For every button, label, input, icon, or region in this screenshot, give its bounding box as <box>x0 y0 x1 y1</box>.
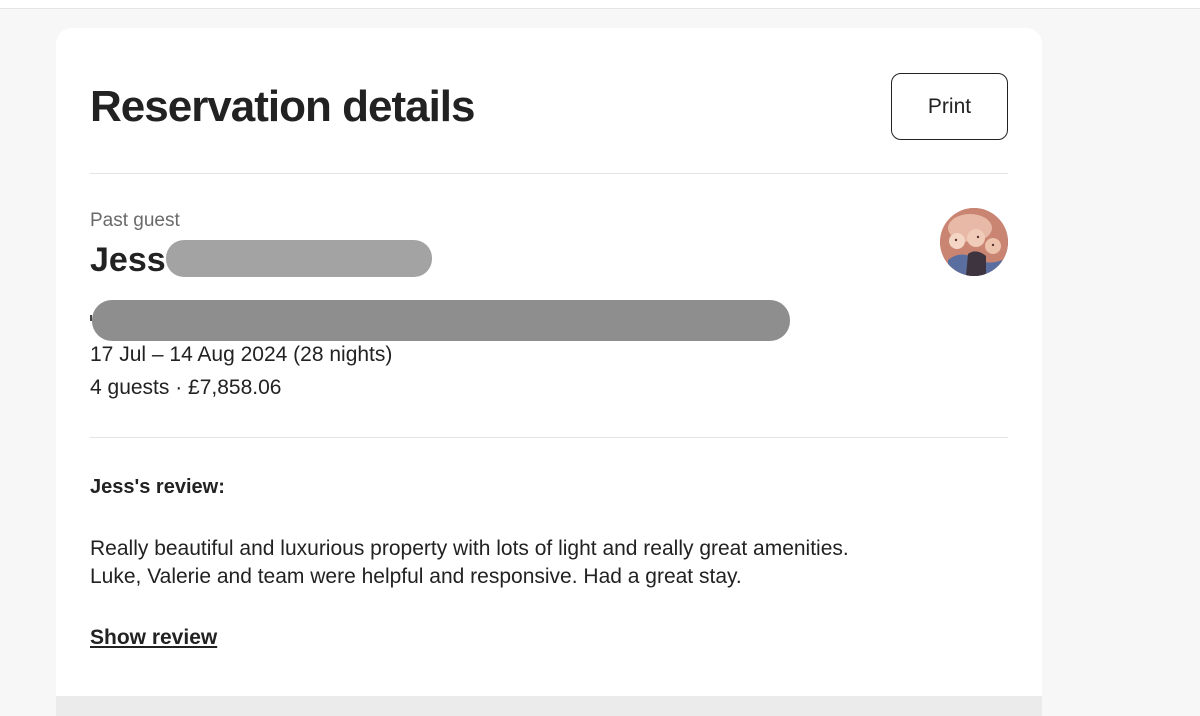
print-button[interactable]: Print <box>891 73 1008 140</box>
guest-name: Jess <box>90 241 166 279</box>
section-divider <box>90 437 1008 438</box>
header-divider <box>90 173 1008 174</box>
review-heading: Jess's review: <box>90 476 225 498</box>
review-line-1: Really beautiful and luxurious property … <box>90 537 849 560</box>
reservation-card: Reservation details Print Past guest Jes… <box>56 28 1042 696</box>
redacted-listing-line <box>92 300 790 341</box>
show-review-link[interactable]: Show review <box>90 624 217 652</box>
guest-status: Past guest <box>90 210 180 231</box>
top-bar-edge <box>0 0 1200 9</box>
page-title: Reservation details <box>90 82 475 131</box>
guests-and-price: 4 guests · £7,858.06 <box>90 376 282 399</box>
guest-avatar[interactable] <box>940 208 1008 276</box>
review-line-2: Luke, Valerie and team were helpful and … <box>90 565 742 588</box>
card-bottom-edge <box>56 696 1042 716</box>
redacted-surname <box>166 240 432 277</box>
stay-dates: 17 Jul – 14 Aug 2024 (28 nights) <box>90 343 393 366</box>
review-text: Really beautiful and luxurious property … <box>90 535 970 591</box>
avatar-photo <box>940 208 1008 276</box>
